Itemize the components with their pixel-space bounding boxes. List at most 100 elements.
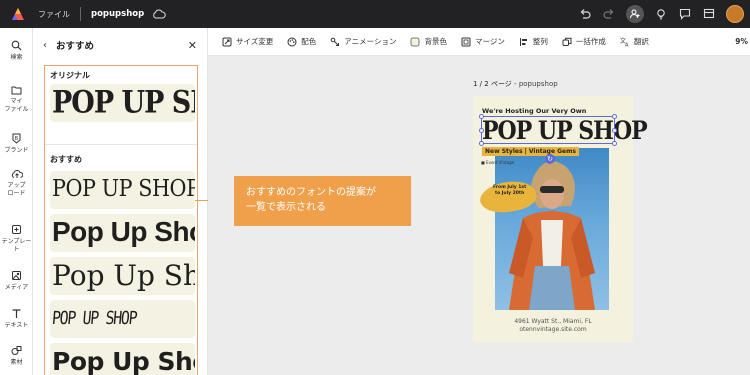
page-number: 1 / 2 ページ (473, 80, 512, 88)
svg-text:B: B (15, 136, 19, 142)
invite-user-icon[interactable] (626, 5, 644, 23)
rail-label-text: テキスト (4, 322, 29, 329)
poster-page[interactable]: We're Hosting Our Very Own POP UP SHOP N… (473, 96, 648, 342)
font-card-1[interactable]: POP UP SHOP (50, 171, 195, 209)
elements-icon (11, 346, 22, 355)
toolbar-animation[interactable]: アニメーション (330, 36, 396, 47)
toolbar-translate[interactable]: 文A 翻訳 (620, 36, 649, 47)
media-icon (12, 271, 21, 280)
margin-icon (461, 37, 471, 46)
bulk-create-icon (562, 37, 572, 46)
rail-item-text[interactable]: テキスト (0, 308, 33, 330)
resize-handle[interactable] (479, 141, 484, 146)
resize-handle[interactable] (612, 128, 617, 133)
text-icon (12, 309, 21, 318)
toolbar-label-background-color: 背景色 (424, 37, 447, 46)
toolbar-label-align: 整列 (532, 37, 548, 46)
user-avatar[interactable] (726, 5, 744, 23)
redo-icon[interactable] (602, 7, 616, 21)
adobe-express-logo-icon[interactable] (11, 7, 25, 21)
font-sample-3: Pop Up Shop (52, 259, 195, 292)
font-sample-2: Pop Up Shop (52, 216, 195, 247)
poster-photo[interactable] (495, 148, 609, 310)
poster-website[interactable]: otennvintage.site.com (473, 326, 633, 334)
divider (45, 144, 197, 145)
rail-item-media[interactable]: メディア (0, 270, 33, 292)
rail-label-brand: ブランド (4, 147, 29, 154)
left-rail: 検索 マイ ファイル B ブランド アップ ロード テンプレー ト メディア テ… (0, 28, 33, 375)
toolbar-margin[interactable]: マージン (461, 36, 505, 47)
font-card-2[interactable]: Pop Up Shop (50, 214, 195, 252)
comment-icon[interactable] (678, 7, 692, 21)
toolbar-label-bulk-create: 一括作成 (575, 37, 606, 46)
toolbar-bulk-create[interactable]: 一括作成 (562, 36, 606, 47)
toolbar-label-resize: サイズ変更 (236, 37, 274, 46)
page-name[interactable]: popupshop (519, 80, 558, 88)
fonts-panel: ‹ おすすめ ✕ オリジナル POP UP SHOP おすすめ POP UP S… (33, 28, 208, 375)
upload-icon (11, 170, 23, 178)
rotate-icon[interactable]: ↻ (545, 154, 555, 164)
rail-label-upload: アップ ロード (7, 182, 26, 197)
rail-label-templates: テンプレー ト (1, 238, 32, 253)
resize-handle[interactable] (479, 114, 484, 119)
font-suggestions-frame: オリジナル POP UP SHOP おすすめ POP UP SHOP Pop U… (44, 65, 198, 375)
toolbar-background-color[interactable]: 背景色 (410, 36, 447, 47)
font-card-4[interactable]: POP UP SHOP (50, 300, 195, 338)
toolbar-color-scheme[interactable]: 配色 (287, 36, 316, 47)
background-color-icon (410, 37, 420, 46)
close-icon[interactable]: ✕ (188, 39, 197, 52)
separator (80, 7, 81, 21)
rail-label-media: メディア (4, 284, 29, 291)
lightbulb-icon[interactable] (654, 7, 668, 21)
poster-small-text[interactable]: ■ Event Vintage (481, 160, 514, 165)
brand-icon: B (12, 133, 21, 144)
recommended-label: おすすめ (50, 155, 82, 164)
document-name[interactable]: popupshop (91, 9, 144, 19)
rail-item-search[interactable]: 検索 (0, 40, 33, 62)
back-chevron-icon[interactable]: ‹ (43, 40, 47, 51)
poster-dates[interactable]: From July 1st to July 20th (493, 185, 526, 196)
folder-icon (11, 86, 22, 95)
apps-icon[interactable] (702, 7, 716, 21)
font-sample-5: Pop Up Shop (52, 347, 195, 375)
palette-icon (287, 37, 297, 46)
zoom-level[interactable]: 9% (735, 37, 748, 46)
animation-icon (330, 37, 340, 46)
page-indicator: 1 / 2 ページ - popupshop (473, 79, 558, 89)
poster-footer: 4961 Wyatt St., Miami, FL otennvintage.s… (473, 318, 633, 334)
undo-icon[interactable] (578, 7, 592, 21)
rail-label-my-files: マイ ファイル (4, 98, 29, 113)
font-card-3[interactable]: Pop Up Shop (50, 257, 195, 295)
font-card-original[interactable]: POP UP SHOP (50, 84, 195, 122)
resize-icon (222, 37, 232, 46)
rail-label-elements: 素材 (10, 359, 23, 366)
rail-label-search: 検索 (10, 54, 23, 61)
font-sample-original: POP UP SHOP (52, 85, 195, 121)
translate-icon: 文A (620, 37, 629, 47)
resize-handle[interactable] (612, 114, 617, 119)
rail-item-templates[interactable]: テンプレー ト (0, 224, 33, 253)
resize-handle[interactable] (612, 141, 617, 146)
rail-item-my-files[interactable]: マイ ファイル (0, 85, 33, 113)
top-bar: ファイル popupshop (0, 0, 750, 28)
cloud-sync-icon[interactable] (152, 9, 166, 19)
toolbar-resize[interactable]: サイズ変更 (222, 36, 273, 47)
file-menu[interactable]: ファイル (38, 9, 70, 20)
poster-hosting-text[interactable]: We're Hosting Our Very Own (482, 107, 586, 115)
rail-item-upload[interactable]: アップ ロード (0, 169, 33, 197)
original-label: オリジナル (50, 71, 90, 80)
resize-handle[interactable] (479, 128, 484, 133)
toolbar-label-translate: 翻訳 (633, 37, 649, 46)
annotation-callout: おすすめのフォントの提案が 一覧で表示される (234, 176, 411, 226)
font-card-5[interactable]: Pop Up Shop (50, 343, 195, 375)
poster-address[interactable]: 4961 Wyatt St., Miami, FL (473, 318, 633, 326)
toolbar-label-animation: アニメーション (344, 37, 397, 46)
poster-tag[interactable]: New Styles | Vintage Gems (482, 147, 579, 156)
top-right-actions (578, 0, 744, 28)
svg-text:A: A (625, 42, 629, 47)
rail-item-brand[interactable]: B ブランド (0, 133, 33, 155)
toolbar-align[interactable]: 整列 (519, 36, 548, 47)
panel-title: おすすめ (56, 41, 95, 52)
rail-item-elements[interactable]: 素材 (0, 345, 33, 367)
search-icon (11, 40, 22, 51)
